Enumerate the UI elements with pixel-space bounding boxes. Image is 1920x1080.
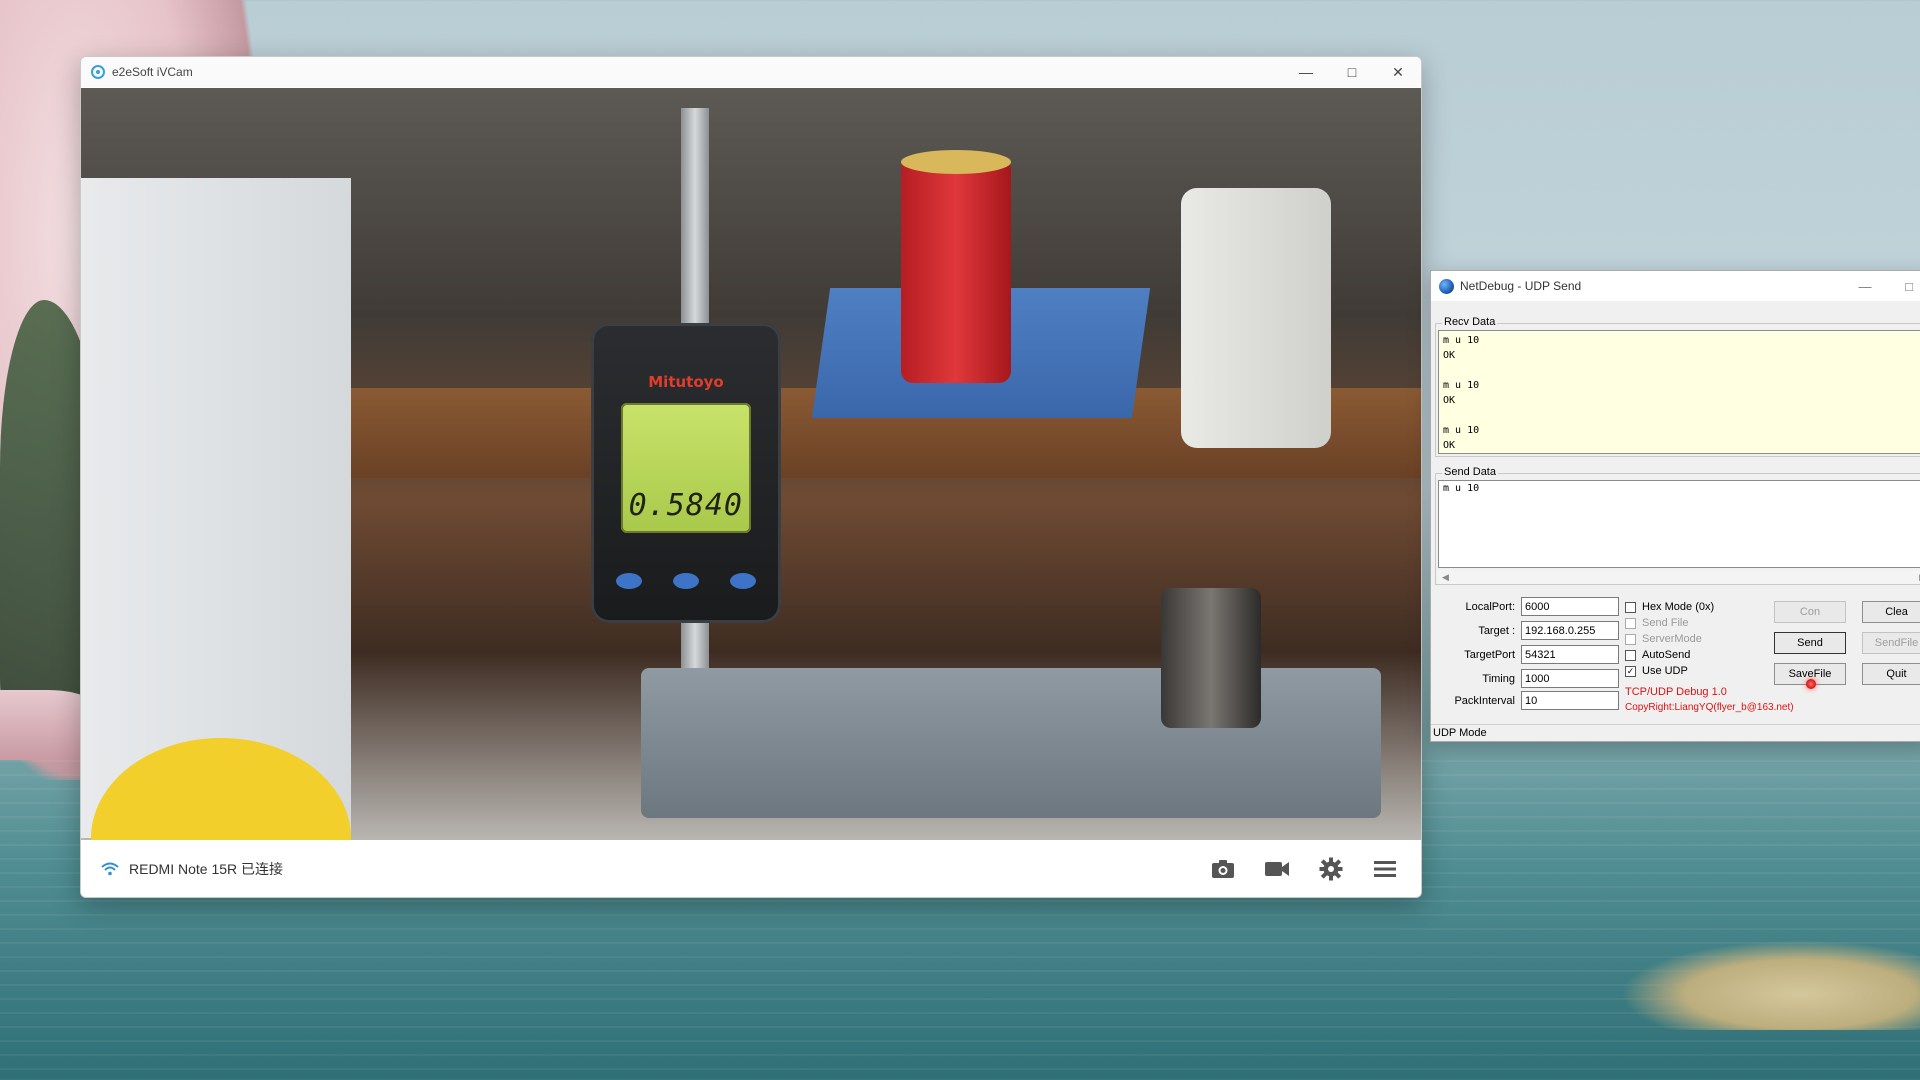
gauge-key xyxy=(730,573,756,589)
option-checkboxes: Hex Mode (0x) Send File ServerMode AutoS… xyxy=(1625,599,1714,679)
gear-icon[interactable] xyxy=(1317,855,1345,883)
localport-label: LocalPort: xyxy=(1465,600,1515,613)
mouse-cursor-icon xyxy=(1806,679,1816,689)
target-label: Target : xyxy=(1478,624,1515,637)
server-mode-checkbox[interactable]: ServerMode xyxy=(1625,631,1714,647)
localport-input[interactable] xyxy=(1521,597,1619,616)
recv-data-textarea[interactable]: m u 10 OK m u 10 OK m u 10 OK xyxy=(1438,330,1920,454)
close-button[interactable]: ✕ xyxy=(1375,57,1421,87)
version-text: TCP/UDP Debug 1.0 xyxy=(1625,686,1727,698)
check-mark-icon[interactable]: ✓ xyxy=(1625,665,1636,677)
checkbox-box[interactable] xyxy=(1625,633,1636,645)
gauge-key xyxy=(616,573,642,589)
checkbox-box[interactable] xyxy=(1625,601,1636,613)
gauge-reading: 0.5840 xyxy=(628,488,743,523)
clear-button[interactable]: Clea xyxy=(1862,601,1920,623)
netdebug-window: NetDebug - UDP Send — □ Recv Data m u 10… xyxy=(1430,270,1920,742)
maximize-button[interactable]: □ xyxy=(1329,57,1375,87)
targetport-input[interactable] xyxy=(1521,645,1619,664)
packinterval-input[interactable] xyxy=(1521,691,1619,710)
send-data-label: Send Data xyxy=(1442,466,1498,478)
server-mode-label: ServerMode xyxy=(1642,633,1702,645)
ivcam-footer: REDMI Note 15R 已连接 xyxy=(81,840,1421,897)
send-file-checkbox[interactable]: Send File xyxy=(1625,615,1714,631)
minimize-button[interactable]: — xyxy=(1283,57,1329,87)
scroll-left-icon[interactable]: ◀ xyxy=(1442,572,1449,583)
preview-can-lid xyxy=(901,150,1011,174)
timing-label: Timing xyxy=(1482,672,1515,685)
netdebug-title: NetDebug - UDP Send xyxy=(1460,279,1582,293)
netdebug-titlebar[interactable]: NetDebug - UDP Send — □ xyxy=(1431,271,1920,301)
use-udp-label: Use UDP xyxy=(1642,665,1688,677)
send-file-label: Send File xyxy=(1642,617,1689,629)
ivcam-app-icon xyxy=(91,65,105,79)
preview-red-can xyxy=(901,158,1011,383)
autosend-label: AutoSend xyxy=(1642,649,1691,661)
wifi-icon xyxy=(101,862,119,875)
connect-button[interactable]: Con xyxy=(1774,601,1846,623)
camera-icon[interactable] xyxy=(1209,855,1237,883)
sendfile-button[interactable]: SendFile xyxy=(1862,632,1920,654)
packinterval-label: PackInterval xyxy=(1454,694,1515,707)
send-data-textarea[interactable]: m u 10 xyxy=(1438,480,1920,568)
ivcam-window: e2eSoft iVCam — □ ✕ Mitutoyo 0.5840 REDM… xyxy=(80,56,1422,898)
checkbox-box[interactable] xyxy=(1625,649,1636,661)
target-input[interactable] xyxy=(1521,621,1619,640)
preview-kettle xyxy=(1181,188,1331,448)
checkbox-box[interactable] xyxy=(1625,617,1636,629)
send-button[interactable]: Send xyxy=(1774,632,1846,654)
preview-stand-base xyxy=(641,668,1381,818)
netdebug-minimize-button[interactable]: — xyxy=(1843,279,1887,294)
gauge-brand: Mitutoyo xyxy=(648,373,724,391)
camera-preview[interactable]: Mitutoyo 0.5840 xyxy=(81,88,1421,840)
quit-button[interactable]: Quit xyxy=(1862,663,1920,685)
send-data-scrollbar[interactable]: ◀ ▶ xyxy=(1438,570,1920,584)
timing-input[interactable] xyxy=(1521,669,1619,688)
preview-dial-gauge: Mitutoyo 0.5840 xyxy=(591,323,781,623)
send-data-group: Send Data m u 10 ◀ ▶ xyxy=(1435,466,1920,585)
gauge-keys xyxy=(616,573,756,589)
globe-icon xyxy=(1439,278,1454,294)
use-udp-checkbox[interactable]: ✓ Use UDP xyxy=(1625,663,1714,679)
video-camera-icon[interactable] xyxy=(1263,855,1291,883)
preview-cylinder xyxy=(1161,588,1261,728)
autosend-checkbox[interactable]: AutoSend xyxy=(1625,647,1714,663)
connection-status: REDMI Note 15R 已连接 xyxy=(129,860,284,877)
copyright-text: CopyRight:LiangYQ(flyer_b@163.net) xyxy=(1625,702,1794,713)
targetport-label: TargetPort xyxy=(1464,648,1515,661)
recv-data-group: Recv Data m u 10 OK m u 10 OK m u 10 OK xyxy=(1435,316,1920,457)
recv-data-label: Recv Data xyxy=(1442,316,1498,328)
gauge-key xyxy=(673,573,699,589)
ivcam-titlebar[interactable]: e2eSoft iVCam — □ ✕ xyxy=(81,57,1421,87)
netdebug-statusbar: UDP Mode xyxy=(1431,724,1920,741)
menu-icon[interactable] xyxy=(1371,855,1399,883)
hex-mode-checkbox[interactable]: Hex Mode (0x) xyxy=(1625,599,1714,615)
ivcam-title: e2eSoft iVCam xyxy=(112,65,193,79)
netdebug-maximize-button[interactable]: □ xyxy=(1887,279,1920,294)
desktop-island xyxy=(1620,940,1920,1030)
hex-mode-label: Hex Mode (0x) xyxy=(1642,601,1715,613)
gauge-display: 0.5840 xyxy=(621,403,751,533)
